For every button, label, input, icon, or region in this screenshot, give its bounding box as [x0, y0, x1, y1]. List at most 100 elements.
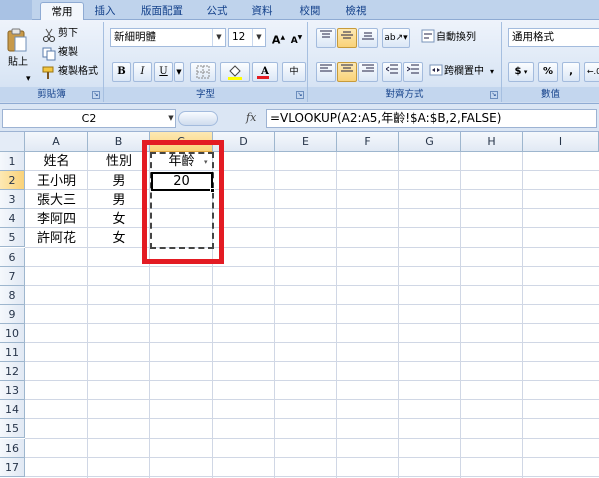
row-header-8[interactable]: 8: [0, 285, 25, 305]
wrap-text-button[interactable]: 自動換列: [436, 31, 476, 45]
align-left-button[interactable]: [316, 62, 336, 82]
column-header-a[interactable]: A: [25, 132, 88, 152]
row-header-1[interactable]: 1: [0, 152, 25, 171]
ribbon-tab-bar: 常用 插入 版面配置 公式 資料 校閱 檢視: [0, 0, 599, 20]
increase-decimal-button[interactable]: ←.0: [584, 62, 599, 82]
italic-button[interactable]: I: [133, 62, 152, 82]
column-header-b[interactable]: B: [88, 132, 150, 152]
percent-button[interactable]: %: [538, 62, 558, 82]
increase-indent-button[interactable]: [403, 62, 423, 82]
cell-b2[interactable]: 男: [88, 172, 150, 191]
column-gridline: [522, 152, 523, 478]
row-header-6[interactable]: 6: [0, 247, 25, 267]
row-header-17[interactable]: 17: [0, 457, 25, 477]
currency-button[interactable]: $ ▾: [508, 62, 534, 82]
row-header-5[interactable]: 5: [0, 228, 25, 248]
cell-a2[interactable]: 王小明: [25, 172, 88, 191]
merge-dropdown-icon[interactable]: ▾: [490, 65, 494, 79]
row-header-4[interactable]: 4: [0, 209, 25, 229]
align-right-button[interactable]: [358, 62, 378, 82]
fill-color-button[interactable]: [220, 62, 250, 82]
cell-b5[interactable]: 女: [88, 229, 150, 248]
font-launcher-icon[interactable]: ↘: [296, 91, 304, 99]
alignment-launcher-icon[interactable]: ↘: [490, 91, 498, 99]
column-header-e[interactable]: E: [275, 132, 337, 152]
cell-a1[interactable]: 姓名: [25, 152, 88, 171]
font-name-combo[interactable]: 新細明體 ▼: [110, 28, 226, 47]
font-color-button[interactable]: A: [252, 62, 278, 82]
paste-dropdown-icon[interactable]: ▾: [26, 72, 31, 86]
copy-button[interactable]: 複製: [58, 46, 78, 60]
row-header-3[interactable]: 3: [0, 190, 25, 210]
row-header-12[interactable]: 12: [0, 362, 25, 382]
paint-bucket-icon: [228, 65, 242, 80]
row-header-14[interactable]: 14: [0, 400, 25, 420]
cell-a4[interactable]: 李阿四: [25, 210, 88, 229]
column-header-f[interactable]: F: [337, 132, 399, 152]
name-box[interactable]: C2 ▼: [2, 109, 176, 128]
row-header-10[interactable]: 10: [0, 323, 25, 343]
cell-b4[interactable]: 女: [88, 210, 150, 229]
align-top-button[interactable]: [316, 28, 336, 48]
cell-b1[interactable]: 性別: [88, 152, 150, 171]
column-header-i[interactable]: I: [523, 132, 599, 152]
phonetic-button[interactable]: 中: [282, 62, 306, 82]
office-button[interactable]: [0, 0, 32, 20]
tab-page-layout[interactable]: 版面配置: [132, 2, 192, 20]
tab-formulas[interactable]: 公式: [200, 2, 234, 20]
row-header-16[interactable]: 16: [0, 438, 25, 458]
tab-insert[interactable]: 插入: [88, 2, 122, 20]
row-header-15[interactable]: 15: [0, 419, 25, 439]
format-painter-button[interactable]: 複製格式: [58, 65, 98, 79]
select-all-button[interactable]: [0, 132, 25, 152]
tab-data[interactable]: 資料: [244, 2, 280, 20]
borders-button[interactable]: [190, 62, 216, 82]
chevron-down-icon[interactable]: ▼: [212, 29, 225, 46]
worksheet-grid[interactable]: A B C D E F G H I 1 2 3 4 5 6 7 8 9 10 11 12 13 14 15 1…: [0, 132, 599, 478]
clipboard-launcher-icon[interactable]: ↘: [92, 91, 100, 99]
format-painter-icon: [42, 65, 56, 79]
cell-a3[interactable]: 張大三: [25, 191, 88, 210]
chevron-down-icon[interactable]: ▼: [252, 29, 265, 46]
cut-button[interactable]: 剪下: [58, 27, 78, 41]
row-gridline: [25, 342, 599, 343]
orientation-button[interactable]: ab↗▾: [382, 28, 410, 48]
row-header-13[interactable]: 13: [0, 381, 25, 401]
chevron-down-icon[interactable]: ▼: [165, 110, 177, 127]
row-header-11[interactable]: 11: [0, 343, 25, 362]
merge-center-button[interactable]: 跨欄置中: [444, 65, 484, 79]
formula-input[interactable]: =VLOOKUP(A2:A5,年齡!$A:$B,2,FALSE): [266, 109, 597, 128]
paste-icon[interactable]: [6, 28, 28, 54]
row-header-9[interactable]: 9: [0, 304, 25, 324]
cell-a5[interactable]: 許阿花: [25, 229, 88, 248]
align-bottom-button[interactable]: [358, 28, 378, 48]
underline-button[interactable]: U: [154, 62, 173, 82]
decrease-indent-button[interactable]: [382, 62, 402, 82]
row-header-2[interactable]: 2: [0, 171, 25, 191]
merge-center-icon[interactable]: [428, 62, 444, 82]
insert-function-icon[interactable]: fx: [246, 109, 262, 128]
number-format-combo[interactable]: 通用格式: [508, 28, 599, 47]
align-center-button[interactable]: [337, 62, 357, 82]
paste-button[interactable]: 貼上: [8, 56, 28, 70]
font-color-swatch: [257, 76, 269, 79]
text-orientation-icon: ab↗▾: [384, 33, 408, 43]
alignment-group: ab↗▾ 自動換列 跨欄置中 ▾ 對齊方式 ↘: [308, 22, 502, 102]
row-header-7[interactable]: 7: [0, 266, 25, 286]
bold-button[interactable]: B: [112, 62, 131, 82]
formula-bar-splitter[interactable]: [178, 111, 218, 126]
column-header-h[interactable]: H: [461, 132, 523, 152]
tab-view[interactable]: 檢視: [338, 2, 374, 20]
comma-style-button[interactable]: ,: [562, 62, 580, 82]
grow-font-button[interactable]: A▲: [270, 28, 287, 48]
font-size-combo[interactable]: 12 ▼: [228, 28, 266, 47]
wrap-text-icon[interactable]: [420, 28, 436, 48]
align-middle-button[interactable]: [337, 28, 357, 48]
shrink-font-button[interactable]: A▼: [288, 28, 305, 48]
column-header-g[interactable]: G: [399, 132, 461, 152]
tab-home[interactable]: 常用: [40, 2, 84, 20]
underline-dropdown-icon[interactable]: ▼: [174, 62, 184, 82]
cell-b3[interactable]: 男: [88, 191, 150, 210]
name-box-value: C2: [81, 112, 97, 125]
tab-review[interactable]: 校閱: [292, 2, 328, 20]
